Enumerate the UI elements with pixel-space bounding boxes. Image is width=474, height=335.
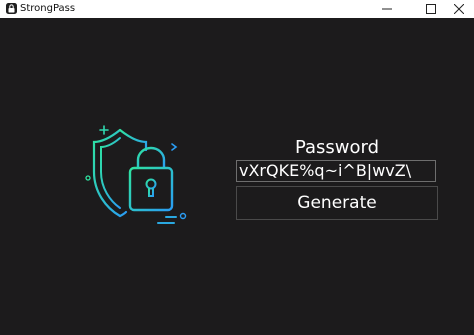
minimize-button[interactable] <box>370 0 404 18</box>
maximize-icon <box>426 4 436 14</box>
shield-lock-icon <box>85 125 187 224</box>
generate-button[interactable]: Generate <box>236 186 438 220</box>
app-window: StrongPass Password vXrQKE%q~i^B|wvZ\ Ge… <box>0 0 474 335</box>
title-bar[interactable]: StrongPass <box>0 0 474 18</box>
window-title: StrongPass <box>20 3 76 14</box>
close-button[interactable] <box>442 0 474 18</box>
app-lock-icon <box>6 3 17 14</box>
minimize-icon <box>382 8 392 10</box>
password-field[interactable]: vXrQKE%q~i^B|wvZ\ <box>236 160 436 182</box>
close-icon <box>454 4 464 14</box>
password-label: Password <box>294 137 380 158</box>
